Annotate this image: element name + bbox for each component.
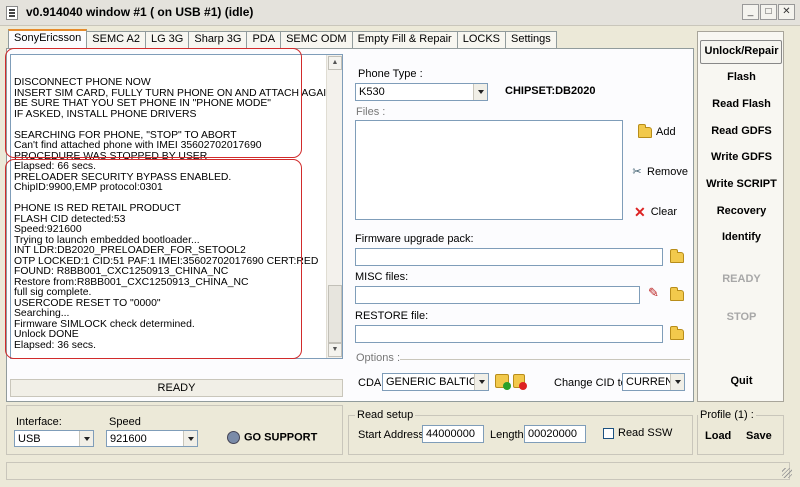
tab-semc-a2[interactable]: SEMC A2 [86,31,146,48]
chevron-down-icon [183,431,197,446]
identify-button[interactable]: Identify [698,231,785,243]
restore-file-field[interactable] [355,325,663,343]
tab-settings[interactable]: Settings [505,31,557,48]
misc-browse-icon[interactable] [670,287,684,301]
tab-sonyericsson[interactable]: SonyEricsson [8,29,88,48]
files-label: Files : [356,106,386,118]
start-address-field[interactable]: 44000000 [422,425,484,443]
chevron-down-icon [79,431,93,446]
status-ready: READY [10,379,343,397]
action-panel: Unlock/Repair Flash Read Flash Read GDFS… [697,31,784,402]
tab-sharp-3g[interactable]: Sharp 3G [188,31,248,48]
write-script-button[interactable]: Write SCRIPT [698,178,785,190]
status-bar [6,462,790,480]
read-flash-button[interactable]: Read Flash [698,98,785,110]
misc-files-label: MISC files: [355,271,409,283]
options-divider [400,359,690,360]
chipset-label: CHIPSET:DB2020 [505,85,596,97]
cda-add-icon[interactable] [495,374,511,390]
close-button[interactable]: ✕ [778,4,795,20]
load-profile-button[interactable]: Load [705,430,731,442]
read-gdfs-button[interactable]: Read GDFS [698,125,785,137]
save-profile-button[interactable]: Save [746,430,772,442]
phone-type-label: Phone Type : [358,68,423,80]
change-cid-select[interactable]: CURRENT [622,373,685,391]
scissors-icon: ✂ [632,166,642,178]
scroll-thumb[interactable] [328,285,342,343]
scroll-up-icon[interactable]: ▲ [328,56,342,70]
clear-files-button[interactable]: ✕ Clear [634,204,677,221]
title-bar: v0.914040 window #1 ( on USB #1) (idle) … [0,0,800,26]
scroll-down-icon[interactable]: ▼ [328,343,342,357]
stop-button[interactable]: STOP [698,311,785,323]
chevron-down-icon [670,374,684,390]
unlock-repair-button[interactable]: Unlock/Repair [698,45,785,57]
files-list[interactable] [355,120,623,220]
profile-title: Profile (1) : [698,409,756,421]
tab-semc-odm[interactable]: SEMC ODM [280,31,353,48]
window-title: v0.914040 window #1 ( on USB #1) (idle) [26,5,254,19]
go-support-button[interactable]: GO SUPPORT [227,431,317,444]
firmware-label: Firmware upgrade pack: [355,233,474,245]
highlight-box-bottom [5,159,302,359]
pen-icon[interactable]: ✎ [648,286,662,300]
tab-strip: SonyEricsson SEMC A2 LG 3G Sharp 3G PDA … [8,29,557,48]
length-label: Length: [490,429,527,441]
ready-button[interactable]: READY [698,273,785,285]
clear-x-icon: ✕ [634,204,646,220]
remove-files-button[interactable]: ✂ Remove [630,165,688,178]
app-icon [6,6,18,20]
support-globe-icon [227,431,240,444]
read-ssw-checkbox[interactable] [603,428,614,439]
tab-empty-fill-repair[interactable]: Empty Fill & Repair [351,31,458,48]
cda-remove-icon[interactable] [513,374,527,390]
tab-locks[interactable]: LOCKS [456,31,507,48]
interface-label: Interface: [16,416,62,428]
start-address-label: Start Address: [358,429,428,441]
resize-grip-icon[interactable] [782,468,792,478]
minimize-button[interactable]: _ [742,4,759,20]
cda-label: CDA [358,377,382,389]
recovery-button[interactable]: Recovery [698,205,785,217]
write-gdfs-button[interactable]: Write GDFS [698,151,785,163]
read-ssw-label: Read SSW [618,427,673,439]
firmware-field[interactable] [355,248,663,266]
restore-browse-icon[interactable] [670,326,684,340]
flash-button[interactable]: Flash [698,71,785,83]
maximize-button[interactable]: □ [760,4,777,20]
log-scrollbar[interactable]: ▲ ▼ [326,55,342,358]
change-cid-label: Change CID to [554,377,627,389]
options-label: Options : [356,352,401,364]
interface-select[interactable]: USB [14,430,94,447]
cda-select[interactable]: GENERIC BALTIC /E [382,373,489,391]
firmware-browse-icon[interactable] [670,249,684,263]
phone-type-select[interactable]: K530 [355,83,488,101]
read-setup-title: Read setup [355,409,416,421]
add-files-button[interactable]: Add [638,123,676,138]
length-field[interactable]: 00020000 [524,425,586,443]
tab-lg-3g[interactable]: LG 3G [144,31,190,48]
chevron-down-icon [473,84,487,100]
tab-pda[interactable]: PDA [246,31,282,48]
highlight-box-top [5,48,302,158]
folder-open-icon [638,123,652,138]
quit-button[interactable]: Quit [698,375,785,387]
chevron-down-icon [474,374,488,390]
restore-file-label: RESTORE file: [355,310,429,322]
speed-select[interactable]: 921600 [106,430,198,447]
misc-files-field[interactable] [355,286,640,304]
speed-label: Speed [109,416,141,428]
